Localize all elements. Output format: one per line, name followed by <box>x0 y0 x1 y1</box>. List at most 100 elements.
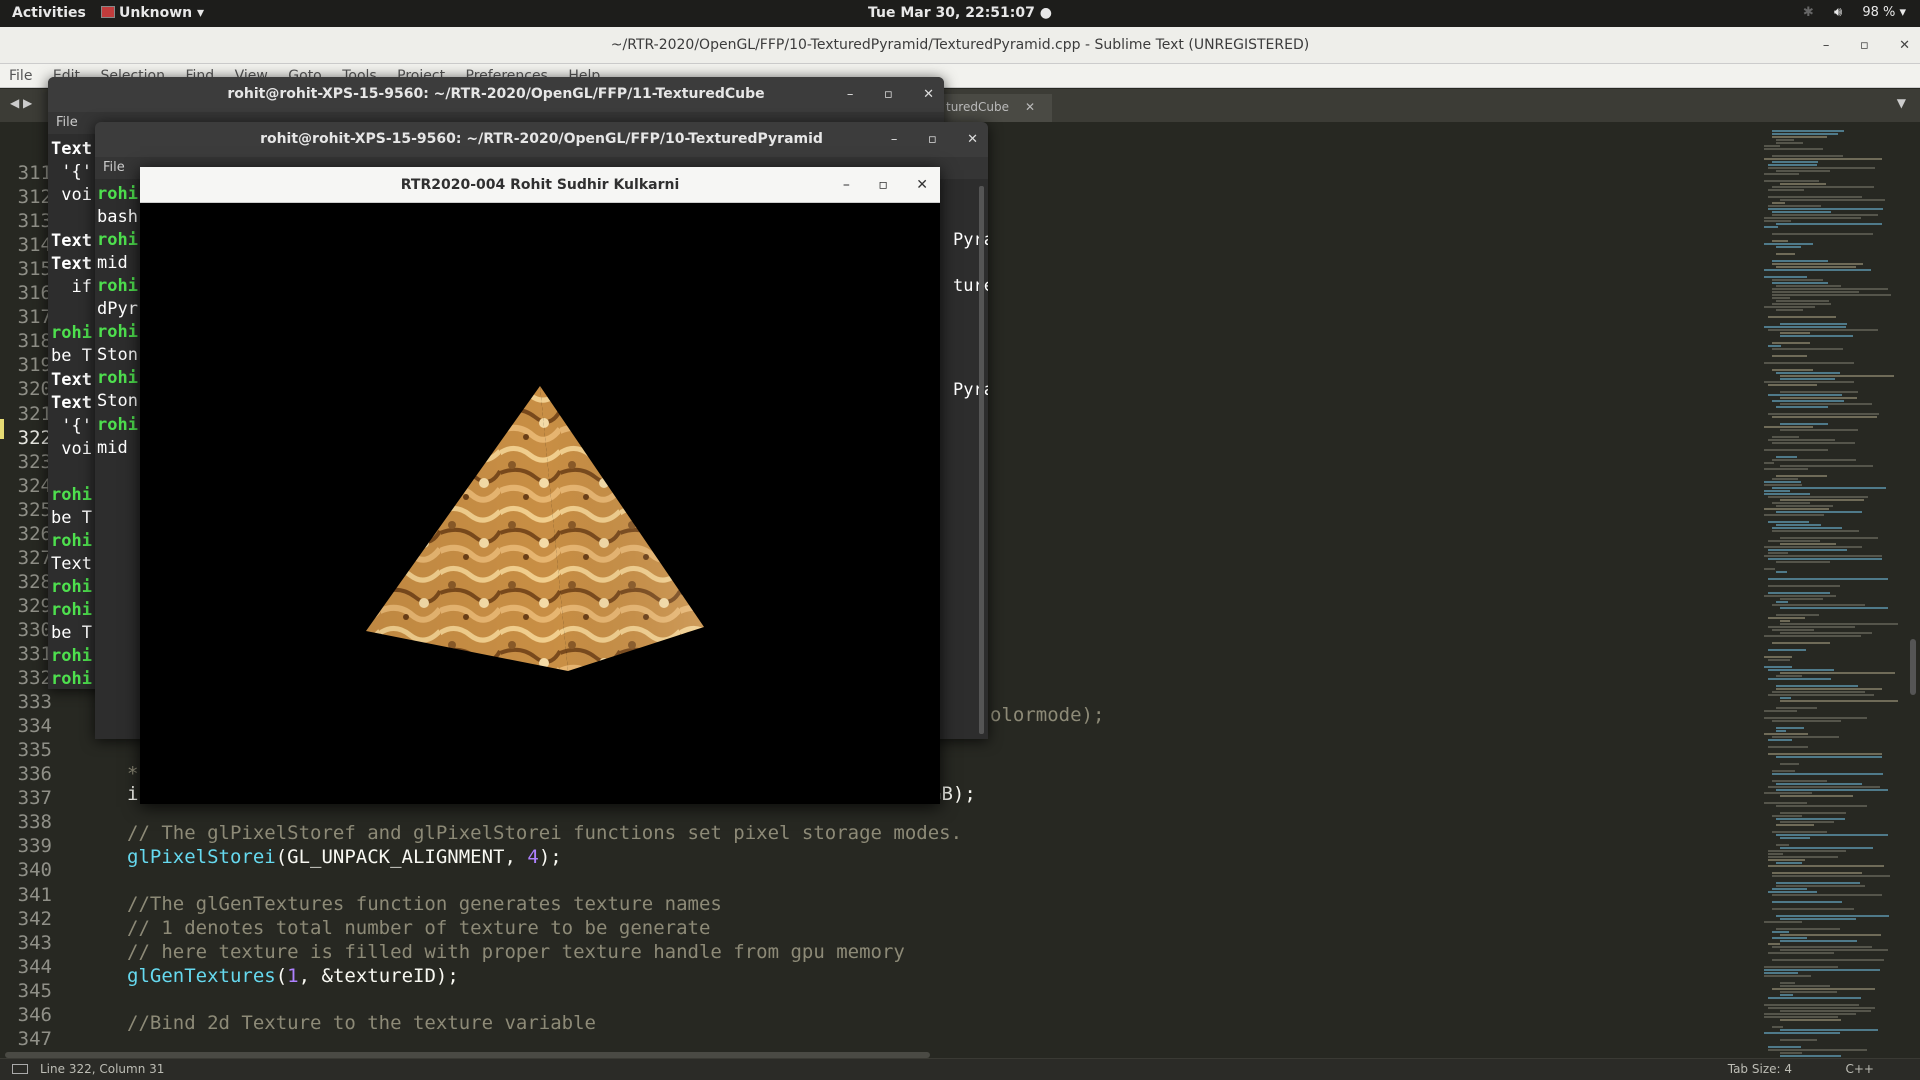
minimap-line <box>1772 888 1807 890</box>
minimap-line <box>1764 484 1803 486</box>
minimap-line <box>1780 378 1836 380</box>
tab-size[interactable]: Tab Size: 4 <box>1728 1059 1792 1079</box>
minimap-line <box>1768 592 1831 594</box>
minimap-line <box>1772 527 1843 529</box>
terminal-menu-file[interactable]: File <box>103 160 125 175</box>
minimap-line <box>1764 717 1867 719</box>
minimap-line <box>1764 490 1790 492</box>
gl-title-bar[interactable]: RTR2020-004 Rohit Sudhir Kulkarni – ▫ ✕ <box>140 167 940 203</box>
minimize-icon[interactable]: – <box>847 87 854 102</box>
terminal-menu-file[interactable]: File <box>56 115 78 130</box>
minimap-line <box>1764 1004 1859 1006</box>
maximize-icon[interactable]: ▫ <box>1860 38 1869 53</box>
terminal-bold-text: Text <box>51 254 92 275</box>
minimize-icon[interactable]: – <box>891 132 898 147</box>
top-bar: Activities Unknown ▾ Tue Mar 30, 22:51:0… <box>0 0 1920 27</box>
minimap-line <box>1764 595 1836 597</box>
minimap-line <box>1772 487 1886 489</box>
clock[interactable]: Tue Mar 30, 22:51:07 ● <box>0 5 1920 21</box>
tab-scroll-arrows-icon[interactable]: ◀ ▶ <box>10 96 32 110</box>
close-icon[interactable]: ✕ <box>916 177 928 193</box>
minimap-line <box>1764 514 1824 516</box>
minimap-line <box>1772 186 1875 188</box>
minimap-line <box>1776 309 1803 311</box>
code-token: ( <box>275 965 288 987</box>
maximize-icon[interactable]: ▫ <box>928 132 937 147</box>
minimap-line <box>1764 426 1813 428</box>
code-line-344: // 1 denotes total number of texture to … <box>127 917 711 939</box>
panel-toggle-icon[interactable] <box>12 1064 28 1074</box>
app-menu[interactable]: Unknown ▾ <box>101 5 204 21</box>
prompt-text: rohi <box>51 646 92 667</box>
tab-textured-cube[interactable]: turedCube ✕ <box>940 94 1052 122</box>
line-number: 346 <box>17 1003 52 1026</box>
minimap-line <box>1772 342 1810 344</box>
minimap-line <box>1772 400 1845 402</box>
terminal-text: Ston <box>97 391 138 412</box>
minimap-line <box>1772 155 1843 157</box>
minimap-line <box>1764 710 1798 712</box>
opengl-window[interactable]: RTR2020-004 Rohit Sudhir Kulkarni – ▫ ✕ <box>140 167 940 804</box>
minimap-line <box>1768 859 1806 861</box>
close-icon[interactable]: ✕ <box>923 87 934 102</box>
line-number: 320 <box>17 378 52 401</box>
minimap-line <box>1772 946 1873 948</box>
activities-button[interactable]: Activities <box>12 5 86 21</box>
minimap[interactable] <box>1760 122 1910 1072</box>
minimap-line <box>1768 891 1817 893</box>
minimap-line <box>1768 739 1792 741</box>
minimap-line <box>1772 604 1866 606</box>
line-number: 329 <box>17 594 52 617</box>
minimap-line <box>1772 901 1842 903</box>
line-number: 339 <box>17 835 52 858</box>
close-icon[interactable]: ✕ <box>967 132 978 147</box>
minimap-line <box>1772 133 1838 135</box>
minimap-line <box>1768 329 1878 331</box>
code-token: 1 <box>287 965 299 987</box>
minimap-line <box>1776 675 1803 677</box>
maximize-icon[interactable]: ▫ <box>878 177 888 193</box>
terminal-title: rohit@rohit-XPS-15-9560: ~/RTR-2020/Open… <box>227 86 765 102</box>
minimap-line <box>1772 233 1874 235</box>
minimize-icon[interactable]: – <box>1823 38 1830 53</box>
minimap-line <box>1776 727 1804 729</box>
close-tab-icon[interactable]: ✕ <box>1025 100 1035 114</box>
minimap-line <box>1764 975 1812 977</box>
minimap-line <box>1764 802 1807 804</box>
line-number: 338 <box>17 811 52 834</box>
sublime-title-bar[interactable]: ~/RTR-2020/OpenGL/FFP/10-TexturedPyramid… <box>0 27 1920 64</box>
minimap-line <box>1776 300 1830 302</box>
system-tray[interactable]: ✱ 🔊︎ 98 % ▾ <box>1787 5 1906 20</box>
maximize-icon[interactable]: ▫ <box>884 87 893 102</box>
minimize-icon[interactable]: – <box>843 177 850 193</box>
syntax-mode[interactable]: C++ <box>1846 1059 1875 1079</box>
minimap-line <box>1780 1052 1802 1054</box>
minimap-line <box>1768 626 1856 628</box>
minimap-line <box>1780 949 1888 951</box>
minimap-line <box>1772 161 1819 163</box>
code-line-343: //The glGenTextures function generates t… <box>127 893 722 915</box>
vertical-scrollbar[interactable] <box>1910 639 1916 695</box>
tab-dropdown-icon[interactable]: ▼ <box>1897 96 1906 110</box>
minimap-line <box>1780 598 1824 600</box>
minimap-line <box>1764 148 1823 150</box>
close-icon[interactable]: ✕ <box>1899 38 1910 53</box>
terminal-title-bar[interactable]: rohit@rohit-XPS-15-9560: ~/RTR-2020/Open… <box>48 77 944 112</box>
minimap-line <box>1776 139 1795 141</box>
minimap-line <box>1772 282 1829 284</box>
terminal-line: if <box>51 277 91 297</box>
minimap-line <box>1780 375 1895 377</box>
terminal-title: rohit@rohit-XPS-15-9560: ~/RTR-2020/Open… <box>260 131 823 147</box>
terminal-line: rohi <box>51 669 92 689</box>
minimap-line <box>1764 173 1799 175</box>
line-number: 311 <box>17 162 52 184</box>
minimap-line <box>1776 862 1802 864</box>
terminal-title-bar[interactable]: rohit@rohit-XPS-15-9560: ~/RTR-2020/Open… <box>95 122 988 157</box>
terminal-scrollbar[interactable] <box>979 186 984 734</box>
minimap-line <box>1776 707 1817 709</box>
minimap-line <box>1768 649 1806 651</box>
volume-icon: 🔊︎ <box>1833 5 1843 20</box>
prompt-text: rohi <box>97 184 138 204</box>
minimap-line <box>1776 511 1863 513</box>
menu-file[interactable]: File <box>9 68 32 84</box>
